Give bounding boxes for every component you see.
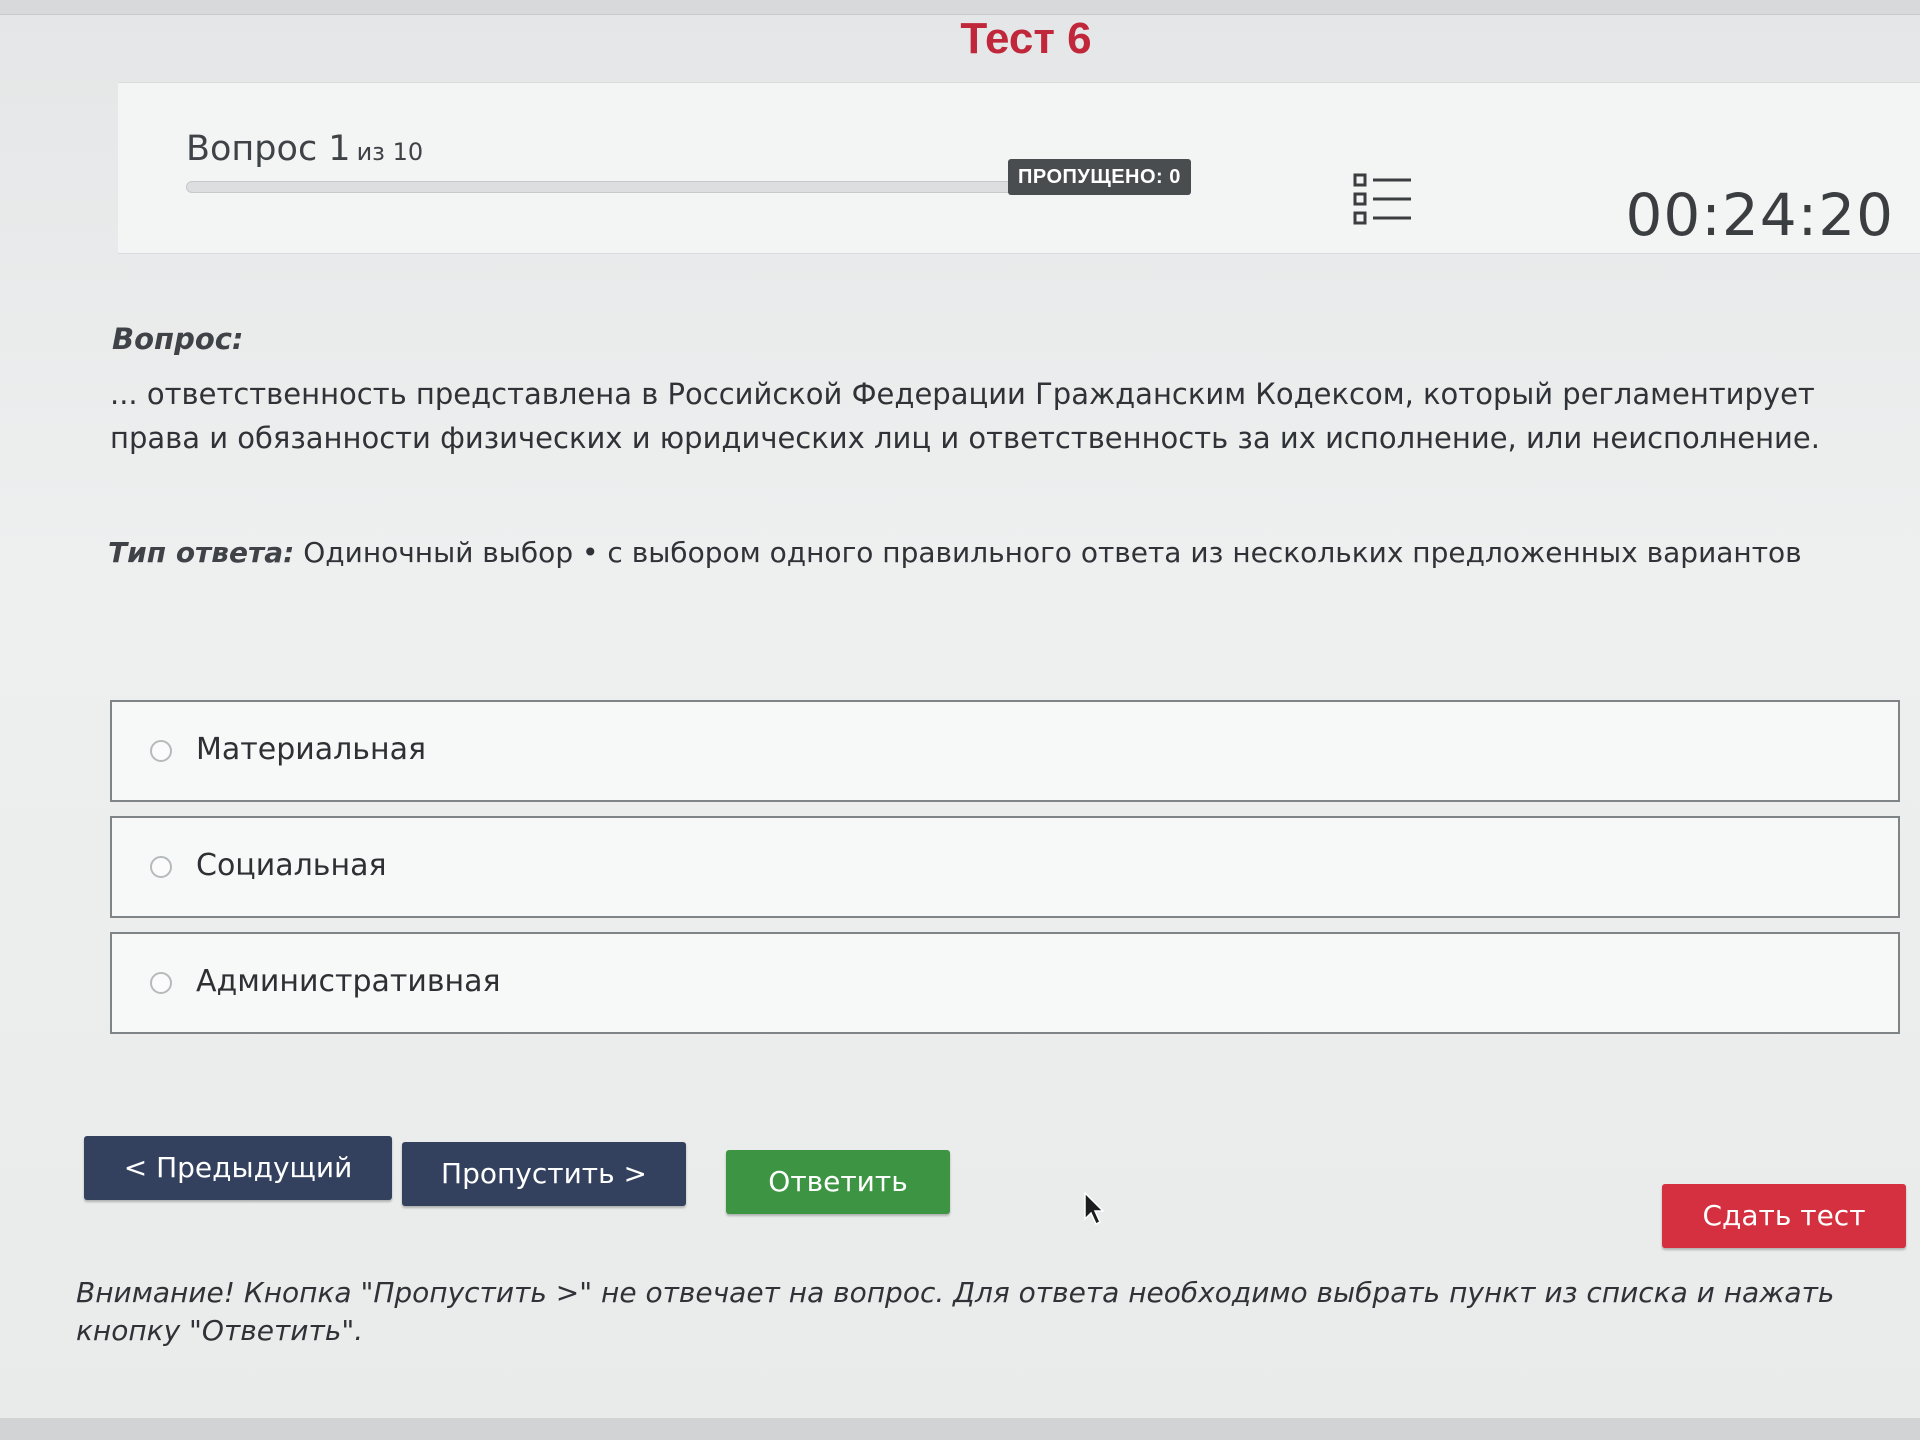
answer-option[interactable]: Материальная	[110, 700, 1900, 802]
question-header: Вопрос 1 из 10 ПРОПУЩЕНО: 0 00:24:20	[118, 82, 1920, 254]
skip-button[interactable]: Пропустить >	[402, 1142, 686, 1206]
option-label: Социальная	[196, 848, 387, 883]
radio-button[interactable]	[150, 740, 172, 762]
answer-options: Материальная Социальная Административная	[110, 700, 1900, 1048]
answer-type-label: Тип ответа:	[108, 536, 295, 569]
skip-warning: Внимание! Кнопка "Пропустить >" не отвеч…	[76, 1276, 1835, 1347]
bottom-strip	[0, 1418, 1920, 1440]
test-page: Тест 6 Вопрос 1 из 10 ПРОПУЩЕНО: 0 00:24:…	[0, 0, 1920, 1440]
answer-type: Тип ответа: Одиночный выбор • с выбором …	[108, 536, 1908, 569]
submit-test-button[interactable]: Сдать тест	[1662, 1184, 1906, 1248]
radio-button[interactable]	[150, 856, 172, 878]
question-total: из 10	[356, 138, 424, 166]
answer-option[interactable]: Административная	[110, 932, 1900, 1034]
previous-button[interactable]: < Предыдущий	[84, 1136, 392, 1200]
option-label: Административная	[196, 964, 501, 999]
mouse-cursor-icon	[1084, 1191, 1106, 1226]
option-label: Материальная	[196, 732, 427, 767]
radio-button[interactable]	[150, 972, 172, 994]
question-text: ... ответственность представлена в Росси…	[110, 377, 1820, 455]
top-tab-strip	[0, 0, 1920, 15]
question-list-icon[interactable]	[1353, 171, 1413, 227]
answer-option[interactable]: Социальная	[110, 816, 1900, 918]
countdown-timer: 00:24:20	[1625, 181, 1894, 249]
test-title: Тест 6	[960, 14, 1092, 63]
answer-button[interactable]: Ответить	[726, 1150, 950, 1214]
answer-type-value: Одиночный выбор • с выбором одного прави…	[303, 536, 1802, 569]
question-counter: Вопрос 1 из 10	[186, 129, 423, 169]
skipped-badge: ПРОПУЩЕНО: 0	[1008, 159, 1191, 195]
question-label: Вопрос:	[112, 322, 244, 356]
question-number: Вопрос 1	[186, 129, 351, 169]
